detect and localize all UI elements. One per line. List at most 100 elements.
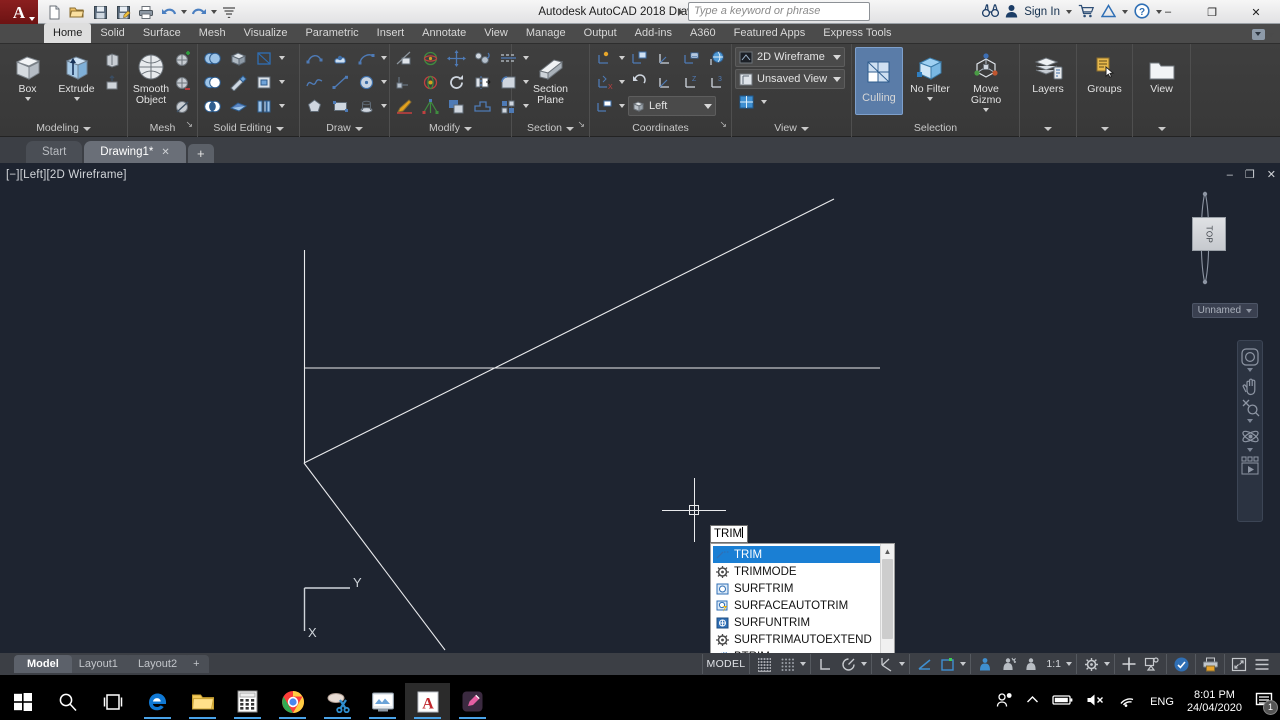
ribbon-tab-surface[interactable]: Surface bbox=[134, 23, 190, 43]
rectangle-icon[interactable] bbox=[329, 95, 352, 117]
panel-title-draw[interactable]: Draw bbox=[300, 120, 389, 137]
visual-style-combo[interactable]: 2D Wireframe bbox=[735, 47, 845, 67]
lineweight-icon[interactable] bbox=[914, 655, 934, 673]
workspace-gear-icon[interactable] bbox=[1081, 655, 1101, 673]
named-view-selector[interactable]: Unnamed bbox=[1191, 303, 1258, 318]
circle-icon[interactable] bbox=[355, 71, 378, 93]
panel-title-modify[interactable]: Modify bbox=[390, 120, 511, 137]
pan-button[interactable] bbox=[1238, 375, 1262, 396]
redo-dropdown-icon[interactable] bbox=[211, 10, 217, 14]
window-maximize-button[interactable]: ❐ bbox=[1190, 0, 1234, 24]
qat-more-icon[interactable] bbox=[218, 2, 240, 22]
panel-title-view[interactable]: View bbox=[732, 120, 851, 137]
box-button[interactable]: Box bbox=[3, 47, 52, 101]
viewport-config-icon[interactable] bbox=[735, 91, 758, 113]
ribbon-tab-parametric[interactable]: Parametric bbox=[296, 23, 367, 43]
save-as-icon[interactable] bbox=[112, 2, 134, 22]
stretch-icon[interactable] bbox=[471, 95, 494, 117]
search-expand-icon[interactable] bbox=[678, 7, 683, 16]
chevron-down-icon[interactable] bbox=[899, 662, 906, 666]
chevron-down-icon[interactable] bbox=[983, 108, 989, 112]
autocomplete-scrollbar[interactable]: ▲ ▼ bbox=[880, 544, 894, 653]
chevron-down-icon[interactable] bbox=[279, 80, 285, 84]
panel-title-selection[interactable]: Selection bbox=[852, 120, 1019, 137]
ribbon-tab-mesh[interactable]: Mesh bbox=[190, 23, 235, 43]
view-window-button[interactable]: View bbox=[1136, 47, 1187, 95]
panel-dialog-launcher[interactable]: ↘ bbox=[577, 116, 585, 133]
model-space-toggle[interactable]: MODEL bbox=[701, 654, 750, 674]
zoom-extents-button[interactable] bbox=[1238, 397, 1262, 425]
polysolid-icon[interactable] bbox=[101, 48, 124, 70]
spline-icon[interactable] bbox=[303, 71, 326, 93]
dynamic-command-input[interactable]: TRIM bbox=[710, 525, 748, 543]
document-tab-drawing1[interactable]: Drawing1* ✕ bbox=[84, 141, 186, 163]
named-view-combo[interactable]: Unsaved View bbox=[735, 69, 845, 89]
ribbon-tab-solid[interactable]: Solid bbox=[91, 23, 133, 43]
isolate-objects-icon[interactable] bbox=[1142, 655, 1162, 673]
polar-tracking-icon[interactable] bbox=[838, 655, 858, 673]
chevron-down-icon[interactable] bbox=[800, 662, 807, 666]
subtract-icon[interactable] bbox=[201, 71, 224, 93]
a360-dropdown-icon[interactable] bbox=[1122, 10, 1128, 14]
print-icon[interactable] bbox=[1200, 655, 1220, 673]
ribbon-minimize-control[interactable] bbox=[1252, 29, 1274, 43]
chevron-down-icon[interactable] bbox=[619, 104, 625, 108]
no-filter-button[interactable]: No Filter bbox=[903, 47, 957, 101]
ribbon-tab-addins[interactable]: Add-ins bbox=[626, 23, 681, 43]
erase-icon[interactable] bbox=[393, 47, 416, 69]
viewcube[interactable]: TOP bbox=[1170, 188, 1240, 288]
ribbon-tab-view[interactable]: View bbox=[475, 23, 517, 43]
search-binoculars-icon[interactable] bbox=[982, 3, 1000, 21]
signin-dropdown-icon[interactable] bbox=[1066, 10, 1072, 14]
undo-icon[interactable] bbox=[158, 2, 180, 22]
clock[interactable]: 8:01 PM 24/04/2020 bbox=[1187, 689, 1242, 715]
people-icon[interactable] bbox=[996, 692, 1013, 711]
layout-tab-layout1[interactable]: Layout1 bbox=[65, 655, 131, 673]
open-icon[interactable] bbox=[66, 2, 88, 22]
chevron-down-icon[interactable] bbox=[861, 662, 868, 666]
culling-button[interactable]: Culling bbox=[855, 47, 903, 115]
transparency-icon[interactable] bbox=[937, 655, 957, 673]
search-input[interactable]: Type a keyword or phrase bbox=[688, 2, 870, 21]
3dalign-icon[interactable] bbox=[471, 47, 494, 69]
customization-icon[interactable] bbox=[1252, 655, 1272, 673]
ribbon-tab-manage[interactable]: Manage bbox=[517, 23, 575, 43]
autocomplete-item-trimmode[interactable]: TRIMMODE bbox=[713, 563, 880, 580]
solid-separate-icon[interactable] bbox=[253, 95, 276, 117]
snipping-tool-icon[interactable] bbox=[315, 683, 360, 720]
ucs-z-icon[interactable]: Z bbox=[680, 71, 703, 93]
panel-title-solid-editing[interactable]: Solid Editing bbox=[198, 120, 299, 137]
showmotion-button[interactable] bbox=[1238, 455, 1262, 476]
autocomplete-item-surfaceautotrim[interactable]: SURFACEAUTOTRIM bbox=[713, 597, 880, 614]
chrome-icon[interactable] bbox=[270, 683, 315, 720]
hardware-accel-icon[interactable] bbox=[1119, 655, 1139, 673]
move-gizmo-button[interactable]: Move Gizmo bbox=[957, 47, 1015, 112]
show-hidden-icons-icon[interactable] bbox=[1026, 695, 1039, 708]
panel-dialog-launcher[interactable]: ↘ bbox=[185, 116, 193, 133]
sticky-notes-icon[interactable] bbox=[450, 683, 495, 720]
3dgizmo-icon[interactable] bbox=[419, 71, 442, 93]
selection-cycling-icon[interactable] bbox=[975, 655, 995, 673]
chevron-down-icon[interactable] bbox=[279, 104, 285, 108]
ribbon-tab-a360[interactable]: A360 bbox=[681, 23, 725, 43]
chevron-down-icon[interactable] bbox=[381, 104, 387, 108]
edge-icon[interactable] bbox=[135, 683, 180, 720]
steering-wheel-button[interactable] bbox=[1238, 347, 1262, 374]
solid-taper-face-icon[interactable] bbox=[227, 71, 250, 93]
chevron-down-icon[interactable] bbox=[24, 97, 31, 101]
ucs-world-icon[interactable] bbox=[654, 47, 677, 69]
chevron-down-icon[interactable] bbox=[73, 97, 80, 101]
ucs-icon[interactable] bbox=[593, 47, 616, 69]
volume-muted-icon[interactable] bbox=[1086, 693, 1106, 710]
layout-tab-layout2[interactable]: Layout2 bbox=[124, 655, 191, 673]
clean-screen-icon[interactable] bbox=[1229, 655, 1249, 673]
ribbon-tab-output[interactable]: Output bbox=[575, 23, 626, 43]
sign-in-button[interactable]: Sign In bbox=[1024, 6, 1060, 18]
object-snap-tracking-icon[interactable] bbox=[876, 655, 896, 673]
start-icon[interactable] bbox=[0, 683, 45, 720]
undo-dropdown-icon[interactable] bbox=[181, 10, 187, 14]
polygon-icon[interactable] bbox=[303, 95, 326, 117]
ribbon-tab-visualize[interactable]: Visualize bbox=[235, 23, 297, 43]
mirror-icon[interactable] bbox=[471, 71, 494, 93]
solid-imprint-icon[interactable] bbox=[253, 71, 276, 93]
